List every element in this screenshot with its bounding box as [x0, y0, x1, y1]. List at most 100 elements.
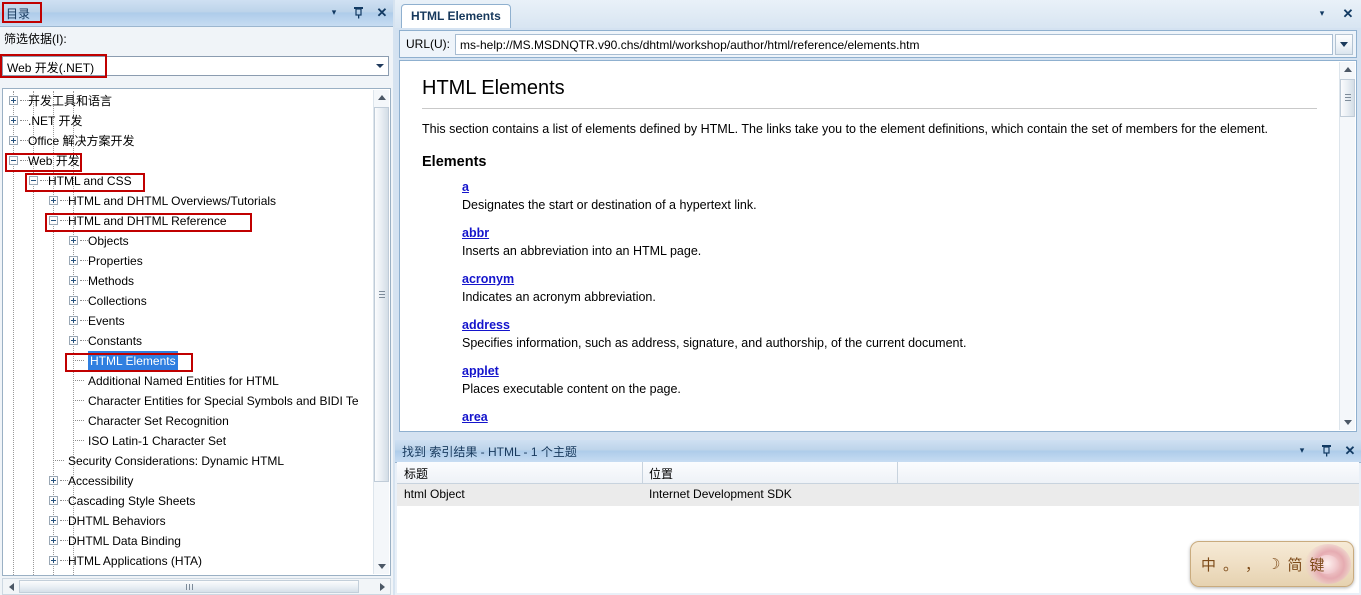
chevron-down-icon[interactable]: ▾	[1315, 5, 1329, 21]
tree-connector	[80, 320, 88, 321]
collapse-minus-icon[interactable]	[9, 156, 18, 165]
column-divider[interactable]	[897, 462, 898, 484]
close-icon[interactable]: ✕	[1341, 5, 1355, 21]
pin-icon[interactable]	[1319, 442, 1333, 458]
tree-item[interactable]: HTML Elements	[3, 351, 376, 371]
scroll-right-icon[interactable]	[375, 580, 389, 593]
tree-item[interactable]: .NET 开发	[3, 111, 376, 131]
tree-item[interactable]: ISO Latin-1 Character Set	[3, 431, 376, 451]
element-link-acronym[interactable]: acronym	[462, 272, 1317, 286]
chevron-down-icon[interactable]: ▾	[327, 4, 341, 20]
tree-item[interactable]: Additional Named Entities for HTML	[3, 371, 376, 391]
ime-button[interactable]: 。	[1223, 554, 1238, 575]
tree-item[interactable]: Collections	[3, 291, 376, 311]
element-link-area[interactable]: area	[462, 410, 1317, 424]
expand-plus-icon[interactable]	[69, 256, 78, 265]
expand-plus-icon[interactable]	[69, 236, 78, 245]
tree-item[interactable]: HTML and CSS	[3, 171, 376, 191]
tree-connector	[73, 360, 84, 361]
ime-button[interactable]: 键	[1310, 554, 1325, 575]
element-link-abbr[interactable]: abbr	[462, 226, 1317, 240]
url-input[interactable]	[455, 34, 1333, 55]
contents-tree[interactable]: 开发工具和语言 .NET 开发 Office 解决方案开发 Web 开发 HTML an…	[2, 88, 391, 576]
expand-plus-icon[interactable]	[9, 116, 18, 125]
tree-item[interactable]: Web 开发	[3, 151, 376, 171]
tab-html-elements[interactable]: HTML Elements	[401, 4, 511, 28]
collapse-minus-icon[interactable]	[49, 216, 58, 225]
tree-item[interactable]: Events	[3, 311, 376, 331]
tree-item[interactable]: Methods	[3, 271, 376, 291]
expand-plus-icon[interactable]	[49, 196, 58, 205]
scroll-up-icon[interactable]	[1340, 62, 1355, 77]
contents-panel-title: 目录	[6, 7, 31, 21]
tree-item[interactable]: DHTML Data Binding	[3, 531, 376, 551]
close-icon[interactable]: ✕	[375, 4, 389, 20]
expand-plus-icon[interactable]	[49, 556, 58, 565]
chevron-down-icon	[376, 64, 384, 68]
tree-item[interactable]: 开发工具和语言	[3, 91, 376, 111]
contents-tree-vertical-scrollbar[interactable]	[373, 90, 389, 574]
tree-item[interactable]: Character Entities for Special Symbols a…	[3, 391, 376, 411]
tree-item[interactable]: Properties	[3, 251, 376, 271]
tree-item[interactable]: Scriptable Editing	[3, 571, 376, 575]
scroll-up-icon[interactable]	[374, 90, 389, 105]
document-vertical-scrollbar[interactable]	[1339, 62, 1355, 430]
tree-item-label: HTML and DHTML Reference	[68, 214, 227, 228]
expand-plus-icon[interactable]	[49, 516, 58, 525]
expand-plus-icon[interactable]	[49, 496, 58, 505]
ime-button[interactable]: 中	[1201, 554, 1216, 575]
tree-item[interactable]: Constants	[3, 331, 376, 351]
tree-item[interactable]: Cascading Style Sheets	[3, 491, 376, 511]
tree-connector	[60, 200, 68, 201]
chevron-down-icon[interactable]: ▾	[1295, 442, 1309, 458]
tree-item[interactable]: Objects	[3, 231, 376, 251]
expand-plus-icon[interactable]	[9, 136, 18, 145]
expand-plus-icon[interactable]	[69, 296, 78, 305]
table-row[interactable]: html Object Internet Development SDK	[397, 484, 1359, 506]
scroll-thumb[interactable]	[374, 107, 389, 482]
tree-item[interactable]: Accessibility	[3, 471, 376, 491]
filter-dropdown[interactable]: Web 开发(.NET)	[2, 56, 389, 76]
pin-icon[interactable]	[351, 4, 365, 20]
scroll-down-icon[interactable]	[1340, 415, 1355, 430]
document-intro: This section contains a list of elements…	[422, 122, 1269, 136]
contents-tree-horizontal-scrollbar[interactable]	[2, 578, 391, 595]
tree-item[interactable]: Security Considerations: Dynamic HTML	[3, 451, 376, 471]
ime-button[interactable]: ，	[1245, 554, 1260, 575]
element-link-applet[interactable]: applet	[462, 364, 1317, 378]
tree-item-label: Accessibility	[68, 474, 134, 488]
scroll-left-icon[interactable]	[4, 580, 18, 593]
document-pane: HTML Elements ▾ ✕ URL(U): HTML Elements …	[395, 0, 1361, 436]
expand-plus-icon[interactable]	[49, 536, 58, 545]
tree-item[interactable]: HTML Applications (HTA)	[3, 551, 376, 571]
expand-plus-icon[interactable]	[49, 476, 58, 485]
tree-connector	[20, 100, 28, 101]
tree-item[interactable]: HTML and DHTML Overviews/Tutorials	[3, 191, 376, 211]
hscroll-thumb[interactable]	[19, 580, 359, 593]
element-link-a[interactable]: a	[462, 180, 1317, 194]
ime-language-bar[interactable]: 中。 ， ☽ 简键	[1190, 541, 1354, 587]
ime-button[interactable]: ☽	[1267, 555, 1280, 573]
expand-plus-icon[interactable]	[69, 336, 78, 345]
element-link-address[interactable]: address	[462, 318, 1317, 332]
column-header-title[interactable]: 标题	[404, 465, 428, 486]
expand-plus-icon[interactable]	[69, 276, 78, 285]
tree-item[interactable]: DHTML Behaviors	[3, 511, 376, 531]
url-dropdown-button[interactable]	[1335, 34, 1353, 55]
tree-item[interactable]: Office 解决方案开发	[3, 131, 376, 151]
column-header-location[interactable]: 位置	[649, 465, 673, 486]
scroll-thumb[interactable]	[1340, 79, 1355, 117]
contents-tree-list: 开发工具和语言 .NET 开发 Office 解决方案开发 Web 开发 HTML an…	[3, 91, 376, 575]
tree-item[interactable]: Character Set Recognition	[3, 411, 376, 431]
element-description: Indicates an acronym abbreviation.	[462, 290, 656, 304]
column-divider[interactable]	[642, 462, 643, 484]
expand-plus-icon[interactable]	[69, 316, 78, 325]
tree-item[interactable]: HTML and DHTML Reference	[3, 211, 376, 231]
tree-connector	[60, 220, 68, 221]
ime-button[interactable]: 简	[1288, 554, 1303, 575]
scroll-down-icon[interactable]	[374, 559, 389, 574]
expand-plus-icon[interactable]	[9, 96, 18, 105]
close-icon[interactable]: ✕	[1343, 442, 1357, 458]
collapse-minus-icon[interactable]	[29, 176, 38, 185]
tree-item-label: Collections	[88, 294, 147, 308]
